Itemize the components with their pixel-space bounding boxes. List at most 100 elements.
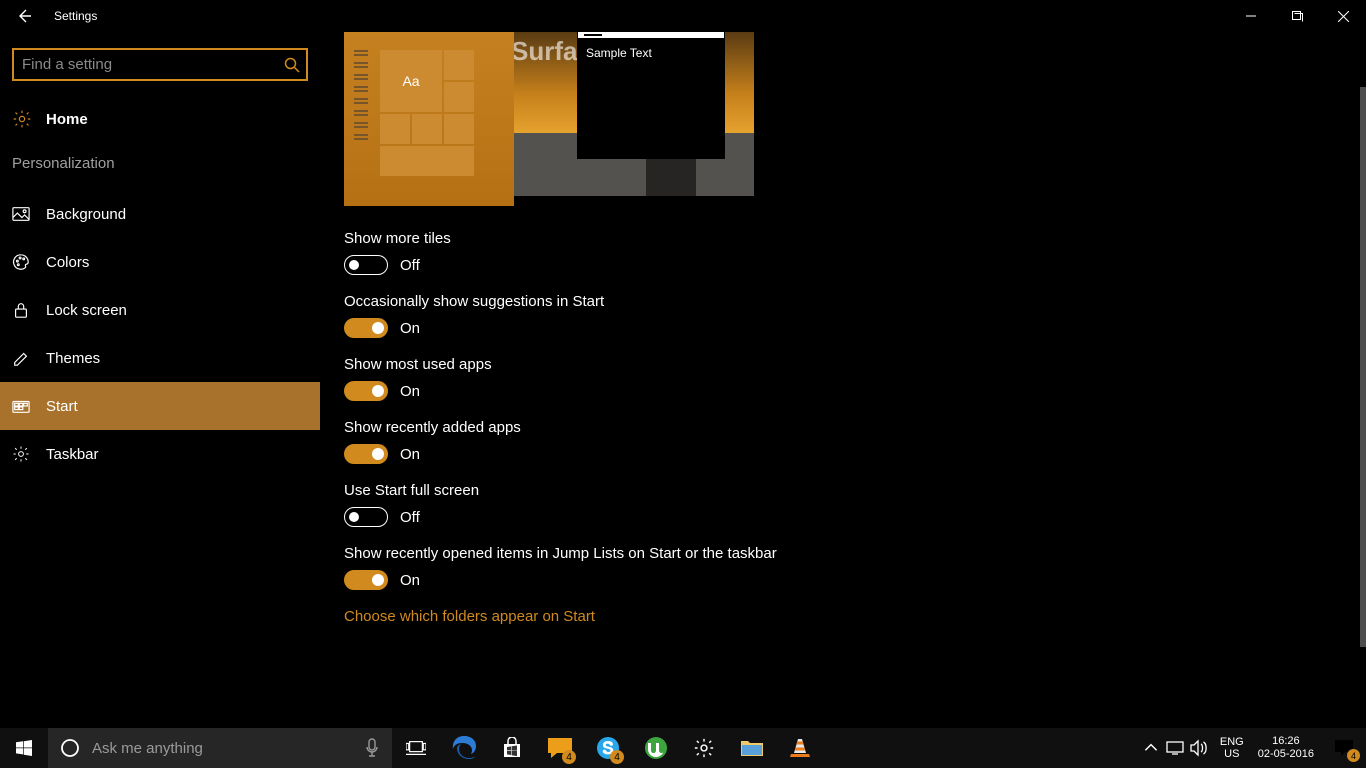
start-icon	[12, 397, 30, 415]
home-button[interactable]: Home	[0, 97, 320, 141]
toggle-state-label: On	[400, 383, 420, 400]
search-icon	[284, 57, 300, 73]
toggle-show-more-tiles[interactable]	[344, 255, 388, 275]
setting-full-screen: Use Start full screen Off	[344, 482, 1354, 527]
taskbar-messaging[interactable]: 4	[536, 728, 584, 768]
start-preview: Aa MicrosoftSurfac Sample Text	[344, 32, 1354, 206]
maximize-icon	[1292, 11, 1303, 22]
taskbar-edge[interactable]	[440, 728, 488, 768]
setting-label: Show more tiles	[344, 230, 1354, 247]
search-field-wrap	[12, 48, 308, 81]
scrollbar[interactable]	[1360, 32, 1366, 728]
sidebar-item-label: Start	[46, 398, 78, 415]
toggle-full-screen[interactable]	[344, 507, 388, 527]
task-view-icon	[406, 740, 426, 756]
close-icon	[1338, 11, 1349, 22]
lang-bottom: US	[1220, 748, 1244, 760]
messaging-badge: 4	[562, 750, 576, 764]
utorrent-icon	[644, 736, 668, 760]
setting-label: Show most used apps	[344, 356, 1354, 373]
language-indicator[interactable]: ENG US	[1214, 736, 1250, 760]
sidebar-item-label: Colors	[46, 254, 89, 271]
toggle-most-used[interactable]	[344, 381, 388, 401]
lock-screen-icon	[12, 301, 30, 319]
folders-link[interactable]: Choose which folders appear on Start	[344, 608, 1354, 625]
toggle-jump-lists[interactable]	[344, 570, 388, 590]
taskbar-apps: 4 4	[392, 728, 824, 768]
category-label: Personalization	[0, 141, 320, 190]
action-center-button[interactable]: 4	[1322, 728, 1366, 768]
sidebar-item-lock-screen[interactable]: Lock screen	[0, 286, 320, 334]
home-label: Home	[46, 111, 88, 128]
edge-icon	[451, 735, 477, 761]
sidebar-item-label: Background	[46, 206, 126, 223]
close-button[interactable]	[1320, 0, 1366, 32]
setting-recently-added: Show recently added appsOn	[344, 419, 1354, 464]
setting-show-more-tiles: Show more tiles Off	[344, 230, 1354, 275]
sidebar-item-themes[interactable]: Themes	[0, 334, 320, 382]
titlebar: Settings	[0, 0, 1366, 32]
setting-label: Occasionally show suggestions in Start	[344, 293, 1354, 310]
taskbar-explorer[interactable]	[728, 728, 776, 768]
sidebar: Home Personalization Background Colors Loc…	[0, 32, 320, 728]
taskbar-vlc[interactable]	[776, 728, 824, 768]
preview-start-menu: Aa	[344, 32, 514, 206]
toggle-state-label: Off	[400, 509, 420, 526]
sidebar-item-label: Lock screen	[46, 302, 127, 319]
sidebar-item-taskbar[interactable]: Taskbar	[0, 430, 320, 478]
mic-icon	[364, 738, 380, 758]
window-title: Settings	[54, 9, 97, 23]
taskbar-icon	[12, 445, 30, 463]
taskbar-tray-area: ENG US 16:26 02-05-2016 4	[1136, 728, 1366, 768]
clock-date: 02-05-2016	[1258, 748, 1314, 761]
store-icon	[501, 737, 523, 759]
setting-label: Use Start full screen	[344, 482, 1354, 499]
taskbar-skype[interactable]: 4	[584, 728, 632, 768]
preview-tile-big: Aa	[380, 50, 442, 112]
toggle-suggestions[interactable]	[344, 318, 388, 338]
clock[interactable]: 16:26 02-05-2016	[1250, 735, 1322, 761]
setting-label: Show recently opened items in Jump Lists…	[344, 545, 1354, 562]
cortana-placeholder: Ask me anything	[92, 740, 352, 757]
taskbar-store[interactable]	[488, 728, 536, 768]
scrollbar-thumb[interactable]	[1360, 87, 1366, 647]
network-icon	[1166, 739, 1184, 757]
taskbar-utorrent[interactable]	[632, 728, 680, 768]
skype-badge: 4	[610, 750, 624, 764]
gear-icon	[693, 737, 715, 759]
vlc-icon	[789, 738, 811, 758]
start-button[interactable]	[0, 728, 48, 768]
setting-most-used: Show most used apps On	[344, 356, 1354, 401]
maximize-button[interactable]	[1274, 0, 1320, 32]
minimize-button[interactable]	[1228, 0, 1274, 32]
setting-jump-lists: Show recently opened items in Jump Lists…	[344, 545, 1354, 590]
volume-icon	[1190, 739, 1208, 757]
taskbar-settings[interactable]	[680, 728, 728, 768]
background-icon	[12, 205, 30, 223]
clock-time: 16:26	[1258, 735, 1314, 748]
toggle-state-label: On	[400, 320, 420, 337]
gear-icon	[12, 109, 32, 129]
cortana-search[interactable]: Ask me anything	[48, 728, 392, 768]
system-tray[interactable]	[1136, 739, 1214, 757]
setting-label: Show recently added apps	[344, 419, 1354, 436]
taskbar: Ask me anything 4 4	[0, 728, 1366, 768]
folder-icon	[740, 738, 764, 758]
themes-icon	[12, 349, 30, 367]
sidebar-item-colors[interactable]: Colors	[0, 238, 320, 286]
action-center-badge: 4	[1347, 749, 1360, 762]
window-controls	[1228, 0, 1366, 32]
back-button[interactable]	[0, 0, 48, 32]
setting-suggestions: Occasionally show suggestions in Start On	[344, 293, 1354, 338]
search-input[interactable]	[12, 48, 308, 81]
sidebar-item-label: Taskbar	[46, 446, 99, 463]
windows-icon	[16, 740, 32, 756]
toggle-state-label: Off	[400, 257, 420, 274]
preview-window-text: Sample Text	[578, 38, 724, 68]
sidebar-item-background[interactable]: Background	[0, 190, 320, 238]
chevron-up-icon	[1142, 739, 1160, 757]
cortana-icon	[60, 738, 80, 758]
task-view-button[interactable]	[392, 728, 440, 768]
toggle-recently-added[interactable]	[344, 444, 388, 464]
sidebar-item-start[interactable]: Start	[0, 382, 320, 430]
